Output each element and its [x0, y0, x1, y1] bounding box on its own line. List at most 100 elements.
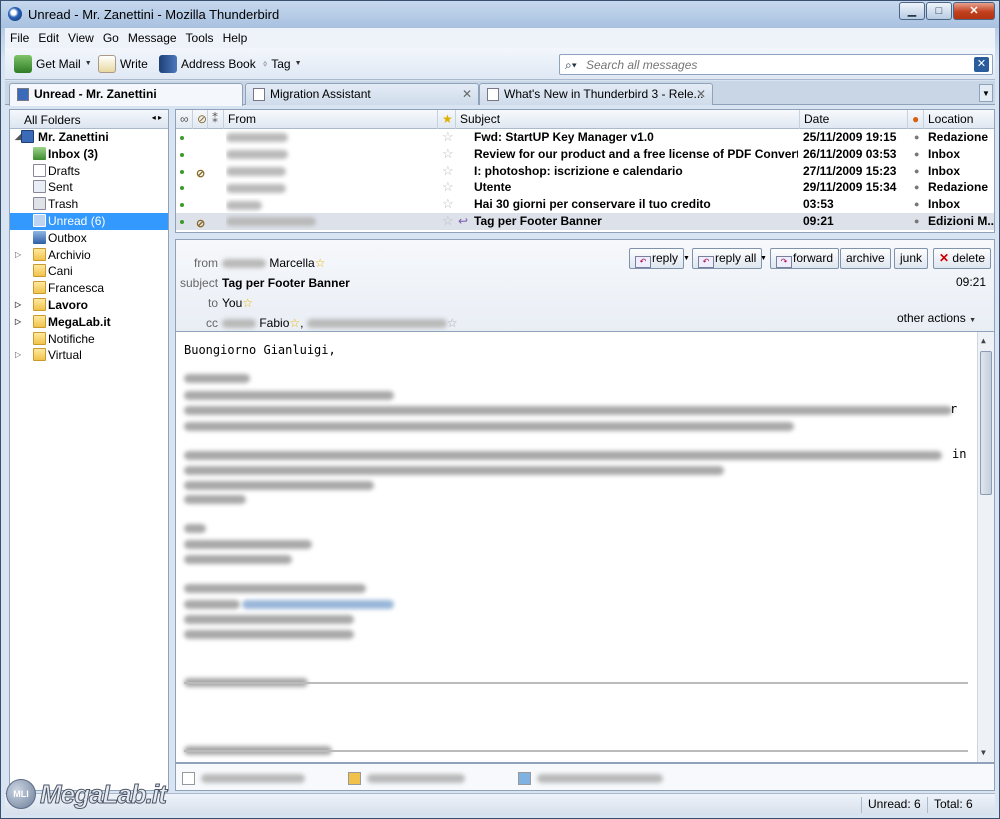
title-bar[interactable]: Unread - Mr. Zanettini - Mozilla Thunder… [1, 1, 999, 28]
folder-lavoro[interactable]: ▷ Lavoro [10, 297, 168, 314]
folder-megalab[interactable]: ▷ MegaLab.it [10, 314, 168, 331]
folder-cani[interactable]: Cani [10, 263, 168, 280]
cc-value[interactable]: Fabio☆, ☆ [222, 316, 458, 330]
close-tab-icon[interactable]: ✕ [696, 87, 706, 101]
folder-virtual[interactable]: ▷ Virtual [10, 347, 168, 364]
message-body[interactable]: Buongiorno Gianluigi, r in ▲ ▼ [175, 331, 995, 763]
attachment-item[interactable] [348, 771, 465, 785]
search-input[interactable] [586, 57, 956, 73]
folder-trash[interactable]: Trash [10, 196, 168, 213]
unread-dot-icon[interactable] [180, 152, 184, 157]
unread-dot-icon[interactable] [180, 219, 184, 224]
star-icon[interactable]: ☆ [442, 196, 454, 213]
folder-francesca[interactable]: Francesca [10, 280, 168, 297]
folder-unread[interactable]: Unread (6) [10, 212, 168, 230]
folder-pane-header[interactable]: All Folders ◂ ▸ [10, 110, 168, 129]
search-box[interactable]: ⌕▾ ✕ [559, 54, 993, 75]
column-location[interactable]: Location [924, 110, 994, 129]
address-book-button[interactable]: Address Book [156, 53, 259, 75]
thread-column-icon[interactable]: ∞ [176, 110, 193, 129]
folder-outbox[interactable]: Outbox [10, 230, 168, 247]
thread-row[interactable]: ⊘ ☆ I: photoshop: iscrizione e calendario 2… [176, 163, 994, 180]
write-button[interactable]: Write [95, 53, 151, 75]
unread-dot-icon[interactable] [180, 136, 184, 140]
expand-icon[interactable]: ▷ [15, 314, 21, 330]
scrollbar-thumb[interactable] [980, 351, 992, 495]
menu-edit[interactable]: Edit [33, 28, 63, 45]
chevron-down-icon[interactable]: ▼ [85, 53, 92, 75]
tab-unread[interactable]: Unread - Mr. Zanettini [9, 83, 243, 106]
star-icon[interactable]: ☆ [447, 316, 458, 330]
star-icon[interactable]: ☆ [442, 129, 454, 146]
unread-dot-icon[interactable] [180, 186, 184, 191]
reply-all-button[interactable]: ↶ reply all [692, 248, 763, 269]
menu-go[interactable]: Go [98, 28, 123, 45]
chevron-down-icon[interactable]: ▼ [760, 248, 767, 269]
menu-tools[interactable]: Tools [181, 28, 218, 45]
thread-row[interactable]: ☆ Fwd: StartUP Key Manager v1.0 25/11/2009… [176, 129, 994, 146]
tab-migration-assistant[interactable]: Migration Assistant ✕ [245, 83, 479, 105]
attachment-column-icon[interactable]: ⊘ [193, 110, 208, 129]
expand-icon[interactable]: ▷ [15, 347, 21, 363]
to-value[interactable]: You☆ [222, 296, 253, 310]
tab-whats-new[interactable]: What's New in Thunderbird 3 - Rele... ✕ [479, 83, 713, 105]
get-mail-button[interactable]: Get Mail ▼ [11, 53, 95, 75]
delete-button[interactable]: ✕ delete [933, 248, 992, 269]
star-icon[interactable]: ☆ [315, 256, 326, 270]
clear-search-icon[interactable]: ✕ [974, 57, 989, 72]
star-icon[interactable]: ☆ [289, 316, 300, 330]
account-mr-zanettini[interactable]: ◢ Mr. Zanettini [10, 129, 168, 146]
attachment-item[interactable] [518, 771, 663, 785]
expand-icon[interactable]: ▷ [15, 247, 21, 263]
blurred-link[interactable] [242, 600, 394, 609]
close-button[interactable]: ✕ [953, 2, 995, 20]
folder-sent[interactable]: Sent [10, 179, 168, 196]
menu-help[interactable]: Help [218, 28, 252, 45]
archive-button[interactable]: archive [840, 248, 891, 269]
expand-icon[interactable]: ▷ [15, 297, 21, 313]
write-label: Write [120, 57, 148, 71]
column-subject[interactable]: Subject [456, 110, 800, 129]
thread-row[interactable]: ⊘ ☆ ↩ Tag per Footer Banner 09:21 ● Edizioni M… [176, 212, 994, 230]
menu-message[interactable]: Message [123, 28, 181, 45]
blurred-text [184, 481, 374, 490]
close-tab-icon[interactable]: ✕ [462, 87, 472, 101]
thread-row[interactable]: ☆ Review for our product and a free licen… [176, 146, 994, 163]
folder-notifiche[interactable]: Notifiche [10, 331, 168, 348]
menu-view[interactable]: View [63, 28, 98, 45]
star-icon[interactable]: ☆ [442, 179, 454, 196]
unread-dot-icon[interactable] [180, 203, 184, 208]
menu-file[interactable]: File [5, 28, 33, 45]
attachment-item[interactable] [182, 771, 305, 785]
from-value[interactable]: Marcella☆ [222, 256, 325, 270]
star-icon[interactable]: ☆ [242, 296, 253, 310]
unread-dot-icon[interactable] [180, 169, 184, 174]
read-column-icon[interactable]: ⁑ [208, 110, 224, 129]
star-icon[interactable]: ☆ [442, 146, 454, 163]
column-date[interactable]: Date [800, 110, 908, 129]
thread-row[interactable]: ☆ Hai 30 giorni per conservare il tuo cre… [176, 196, 994, 213]
search-icon[interactable]: ⌕▾ [565, 58, 577, 73]
scroll-down-icon[interactable]: ▼ [981, 748, 986, 757]
other-actions-button[interactable]: other actions ▼ [897, 311, 976, 325]
star-icon[interactable]: ☆ [442, 213, 454, 230]
folder-view-arrows[interactable]: ◂ ▸ [152, 113, 162, 122]
forward-button[interactable]: ↷ forward [770, 248, 840, 269]
column-from[interactable]: From [224, 110, 438, 129]
junk-button[interactable]: junk [894, 248, 929, 269]
thread-row[interactable]: ☆ Utente 29/11/2009 15:34 ● Redazione [176, 179, 994, 196]
reply-button[interactable]: ↶ reply [629, 248, 685, 269]
tab-list-dropdown[interactable]: ▼ [979, 84, 993, 102]
maximize-button[interactable]: □ [926, 2, 952, 20]
folder-drafts[interactable]: Drafts [10, 163, 168, 180]
junk-status-column-icon[interactable]: ● [908, 110, 924, 129]
folder-inbox[interactable]: Inbox (3) [10, 146, 168, 163]
chevron-down-icon[interactable]: ▼ [683, 248, 690, 269]
star-icon[interactable]: ☆ [442, 163, 454, 180]
message-scrollbar[interactable]: ▲ ▼ [977, 332, 994, 762]
scroll-up-icon[interactable]: ▲ [981, 336, 986, 345]
star-column-icon[interactable]: ★ [438, 110, 456, 129]
minimize-button[interactable]: ▁ [899, 2, 925, 20]
folder-archivio[interactable]: ▷ Archivio [10, 247, 168, 264]
tag-button[interactable]: ⬫ Tag ▼ [260, 53, 305, 75]
